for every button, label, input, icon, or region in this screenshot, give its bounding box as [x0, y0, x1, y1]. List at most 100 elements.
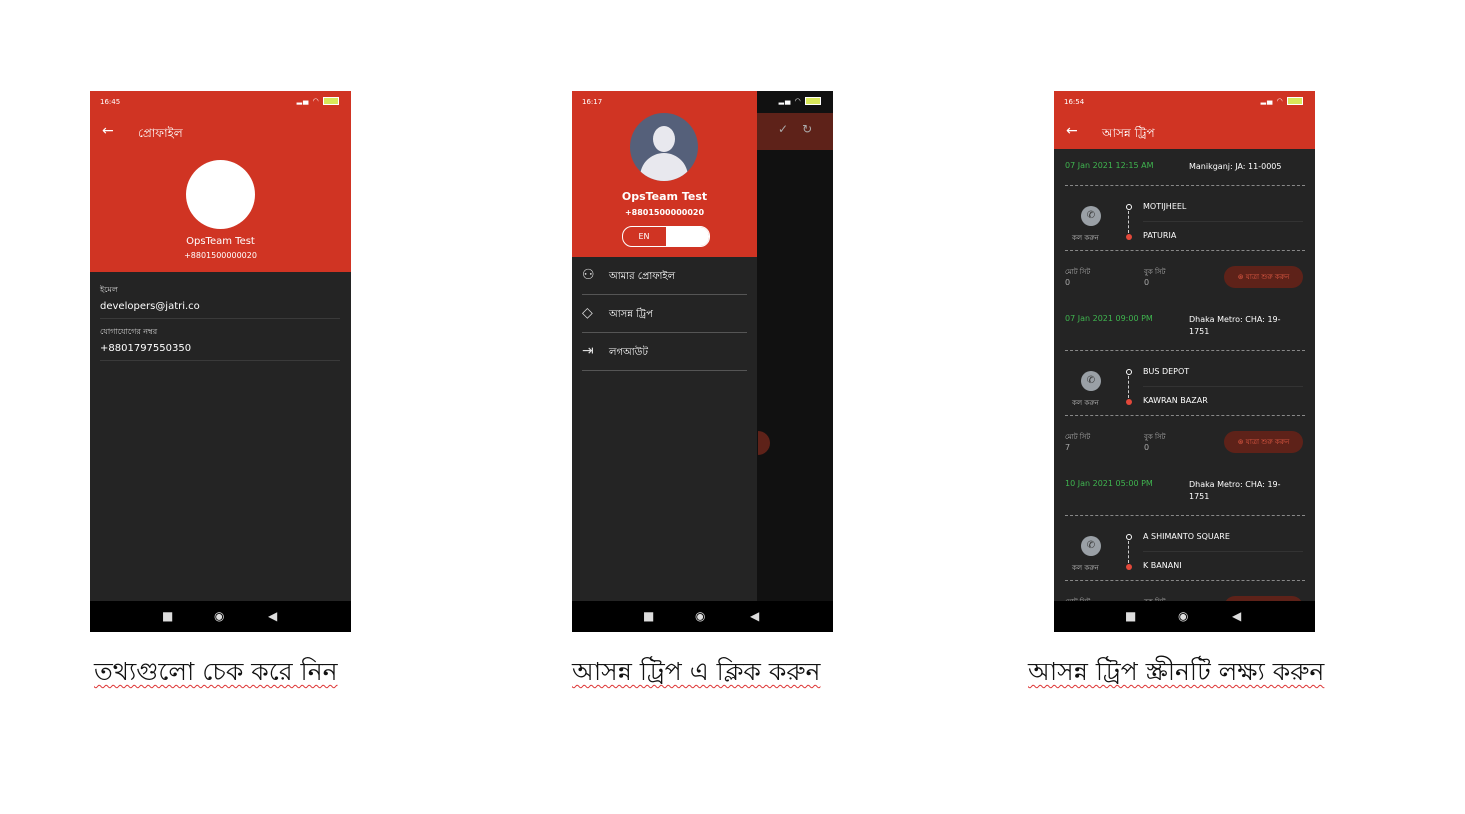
total-seat-value: 0: [1065, 278, 1071, 287]
dashed-divider: [1065, 185, 1305, 186]
dashed-divider: [1065, 580, 1305, 581]
trip-datetime: 10 Jan 2021 05:00 PM: [1065, 479, 1153, 488]
route-line: [1128, 211, 1129, 233]
divider: [100, 360, 340, 361]
recents-icon[interactable]: ■: [162, 609, 173, 623]
back-nav-icon[interactable]: ◀: [1232, 609, 1241, 623]
back-arrow-icon[interactable]: ←: [102, 123, 114, 139]
drawer-screen: ✓↻ OpsTeam Test +8801500000020 EN ⚇ আমার…: [572, 91, 833, 632]
status-time: 16:54: [1064, 98, 1085, 106]
menu-item-label: লগআউট: [609, 347, 648, 358]
caption-text: আসন্ন ট্রিপ স্ক্রীনটি লক্ষ্য করুন: [1028, 657, 1325, 686]
android-nav-bar: ■ ◉ ◀: [572, 601, 833, 632]
profile-name: OpsTeam Test: [186, 236, 255, 247]
email-label: ইমেল: [100, 285, 118, 294]
back-nav-icon[interactable]: ◀: [750, 609, 759, 623]
dimmed-toolbar-icons: ✓↻: [778, 122, 826, 136]
home-icon[interactable]: ◉: [695, 609, 705, 623]
contact-value: +8801797550350: [100, 343, 192, 354]
start-trip-label: যাত্রা শুরু করুন: [1245, 273, 1290, 281]
call-label: কল করুন: [1072, 564, 1099, 572]
refresh-icon: ↻: [802, 122, 827, 136]
trip-card[interactable]: 07 Jan 2021 09:00 PM Dhaka Metro: CHA: 1…: [1054, 314, 1315, 478]
back-nav-icon[interactable]: ◀: [268, 609, 277, 623]
call-label: কল করুন: [1072, 234, 1099, 242]
caption-observe-screen: আসন্ন ট্রিপ স্ক্রীনটি লক্ষ্য করুন: [1028, 652, 1324, 695]
destination-dot: [1126, 564, 1132, 570]
stop-divider: [1143, 386, 1303, 387]
menu-item-logout[interactable]: ⇥ লগআউট: [582, 333, 747, 371]
check-icon: ✓: [778, 122, 803, 136]
dashed-divider: [1065, 350, 1305, 351]
divider: [100, 318, 340, 319]
route-line: [1128, 541, 1129, 563]
person-icon: ⚇: [582, 267, 595, 283]
steering-icon: ⊛: [1237, 438, 1246, 446]
trip-destination: PATURIA: [1143, 231, 1177, 240]
contact-label: যোগাযোগের নম্বর: [100, 327, 158, 336]
trip-destination: KAWRAN BAZAR: [1143, 396, 1208, 405]
toggle-knob: [666, 227, 709, 246]
dashed-divider: [1065, 515, 1305, 516]
trip-origin: MOTIJHEEL: [1143, 202, 1187, 211]
menu-item-label: আসন্ন ট্রিপ: [609, 309, 653, 320]
trip-bus: Manikganj: JA: 11-0005: [1189, 162, 1282, 171]
navigation-drawer: OpsTeam Test +8801500000020 EN ⚇ আমার প্…: [572, 91, 757, 632]
trip-origin: A SHIMANTO SQUARE: [1143, 532, 1230, 541]
steering-icon: ⊛: [1237, 273, 1246, 281]
menu-item-profile[interactable]: ⚇ আমার প্রোফাইল: [582, 257, 747, 295]
phone-icon[interactable]: ✆: [1081, 206, 1101, 226]
booked-seat-value: 0: [1144, 443, 1150, 452]
phone-icon[interactable]: ✆: [1081, 536, 1101, 556]
start-trip-button[interactable]: ⊛ যাত্রা শুরু করুন: [1224, 431, 1303, 453]
profile-screen: 16:45 ▂▄ ◠ ← প্রোফাইল OpsTeam Test +8801…: [90, 91, 351, 632]
back-arrow-icon[interactable]: ←: [1066, 123, 1078, 139]
start-trip-button[interactable]: ⊛ যাত্রা শুরু করুন: [1224, 266, 1303, 288]
origin-dot: [1126, 369, 1132, 375]
status-time: 16:45: [100, 98, 121, 106]
total-seat-value: 7: [1065, 443, 1071, 452]
status-icons: ▂▄ ◠: [779, 97, 821, 105]
home-icon[interactable]: ◉: [1178, 609, 1188, 623]
trip-bus: Dhaka Metro: CHA: 19-1751: [1189, 480, 1281, 501]
recents-icon[interactable]: ■: [643, 609, 654, 623]
booked-seat-label: বুক সিট: [1144, 433, 1166, 441]
trip-datetime: 07 Jan 2021 09:00 PM: [1065, 314, 1153, 323]
recents-icon[interactable]: ■: [1125, 609, 1136, 623]
trip-origin: BUS DEPOT: [1143, 367, 1190, 376]
caption-click-upcoming: আসন্ন ট্রিপ এ ক্লিক করুন: [572, 652, 820, 695]
battery-icon: [805, 97, 821, 105]
caption-check-info: তথ্যগুলো চেক করে নিন: [94, 652, 338, 695]
android-nav-bar: ■ ◉ ◀: [90, 601, 351, 632]
battery-icon: [1287, 97, 1303, 105]
battery-icon: [323, 97, 339, 105]
menu-item-upcoming-trip[interactable]: ◇ আসন্ন ট্রিপ: [582, 295, 747, 333]
stop-divider: [1143, 551, 1303, 552]
drawer-name: OpsTeam Test: [621, 190, 708, 203]
dashed-divider: [1065, 250, 1305, 251]
status-bar: 16:54 ▂▄ ◠: [1054, 91, 1315, 113]
menu-item-label: আমার প্রোফাইল: [609, 271, 676, 282]
profile-phone: +8801500000020: [184, 251, 257, 260]
destination-dot: [1126, 234, 1132, 240]
avatar-head: [653, 126, 675, 152]
avatar[interactable]: [186, 160, 255, 229]
language-en-label: EN: [638, 232, 650, 241]
language-toggle[interactable]: EN: [622, 226, 710, 247]
email-value: developers@jatri.co: [100, 301, 200, 312]
destination-dot: [1126, 399, 1132, 405]
home-icon[interactable]: ◉: [214, 609, 224, 623]
status-icons: ▂▄ ◠: [1261, 97, 1303, 105]
trip-datetime: 07 Jan 2021 12:15 AM: [1065, 161, 1154, 170]
page-title: প্রোফাইল: [138, 126, 183, 140]
origin-dot: [1126, 534, 1132, 540]
page-title: আসন্ন ট্রিপ: [1102, 126, 1155, 140]
caption-text: আসন্ন ট্রিপ এ ক্লিক করুন: [572, 657, 821, 686]
status-time: 16:17: [582, 98, 603, 106]
status-bar: 16:17 ▂▄ ◠: [572, 91, 833, 113]
trip-card[interactable]: 07 Jan 2021 12:15 AM Manikganj: JA: 11-0…: [1054, 149, 1315, 313]
origin-dot: [1126, 204, 1132, 210]
total-seat-label: মোট সিট: [1065, 433, 1091, 441]
phone-icon[interactable]: ✆: [1081, 371, 1101, 391]
avatar: [630, 113, 698, 181]
